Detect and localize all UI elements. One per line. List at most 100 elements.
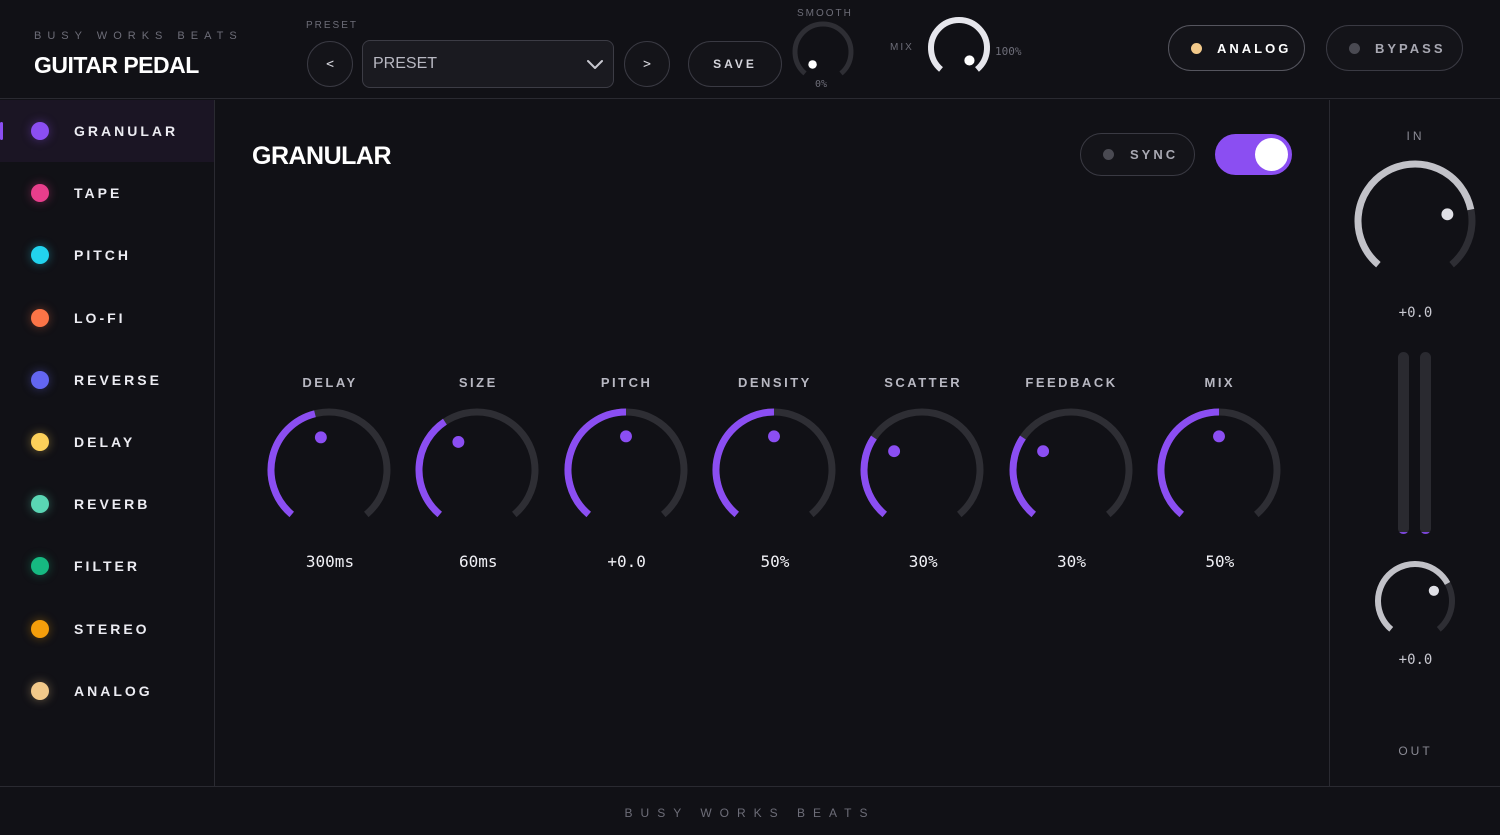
feedback-control: FEEDBACK 30% bbox=[1002, 375, 1142, 575]
bypass-label: BYPASS bbox=[1375, 40, 1446, 56]
delay-knob[interactable] bbox=[262, 403, 396, 537]
header-mix-knob[interactable] bbox=[925, 14, 993, 82]
knob-value-arc bbox=[415, 418, 448, 518]
sidebar-item-reverb[interactable]: REVERB bbox=[0, 473, 214, 535]
knob-value-arc bbox=[267, 410, 316, 518]
toggle-thumb bbox=[1255, 138, 1288, 171]
level-meter-left-fill bbox=[1398, 532, 1409, 534]
knob-indicator-dot bbox=[1036, 445, 1049, 458]
bypass-indicator-icon bbox=[1349, 42, 1360, 54]
chevron-down-icon bbox=[587, 60, 603, 69]
save-button[interactable]: SAVE bbox=[688, 41, 782, 87]
knob-indicator-dot bbox=[1441, 208, 1454, 221]
effect-color-dot-icon bbox=[31, 246, 49, 265]
output-gain-knob[interactable] bbox=[1371, 557, 1459, 645]
output-gain-value: +0.0 bbox=[1398, 652, 1433, 668]
effect-power-toggle[interactable] bbox=[1215, 134, 1292, 175]
effect-color-dot-icon bbox=[31, 619, 49, 638]
footer-brand: BUSY WORKS BEATS bbox=[624, 806, 876, 820]
effect-color-dot-icon bbox=[31, 370, 49, 389]
sidebar-item-stereo[interactable]: STEREO bbox=[0, 598, 214, 660]
knob-indicator-dot bbox=[314, 431, 327, 444]
sidebar-item-delay[interactable]: DELAY bbox=[0, 411, 214, 473]
preset-select-value: PRESET bbox=[373, 55, 438, 72]
density-value: 50% bbox=[760, 552, 790, 571]
knob-value-arc bbox=[1157, 408, 1219, 518]
smooth-value: 0% bbox=[815, 79, 828, 90]
next-preset-button[interactable]: > bbox=[624, 41, 670, 87]
delay-label: DELAY bbox=[302, 375, 358, 390]
knob-value-arc bbox=[1009, 435, 1036, 518]
effect-panel: GRANULAR SYNC DELAY 300ms SIZE 60ms PITCH +0.… bbox=[216, 100, 1328, 786]
sync-label: SYNC bbox=[1130, 147, 1179, 162]
smooth-knob[interactable] bbox=[789, 18, 857, 86]
preset-select[interactable]: PRESET bbox=[362, 40, 614, 88]
knob-indicator-dot bbox=[964, 55, 975, 66]
sidebar-item-lo-fi[interactable]: LO-FI bbox=[0, 287, 214, 349]
size-control: SIZE 60ms bbox=[408, 375, 548, 575]
analog-mode-button[interactable]: ANALOG bbox=[1168, 25, 1305, 71]
scatter-label: SCATTER bbox=[884, 375, 963, 390]
knob-indicator-dot bbox=[808, 60, 817, 69]
size-value: 60ms bbox=[459, 552, 498, 571]
size-knob[interactable] bbox=[410, 403, 544, 537]
feedback-knob[interactable] bbox=[1004, 403, 1138, 537]
knob-value-arc bbox=[1354, 160, 1475, 268]
pitch-knob[interactable] bbox=[559, 403, 693, 537]
knob-value-arc bbox=[712, 408, 774, 518]
bypass-button[interactable]: BYPASS bbox=[1326, 25, 1463, 71]
analog-mode-label: ANALOG bbox=[1217, 40, 1292, 56]
pitch-value: +0.0 bbox=[607, 552, 646, 571]
level-meter-right bbox=[1420, 352, 1431, 534]
knob-indicator-dot bbox=[619, 430, 632, 443]
knob-value-arc bbox=[928, 17, 990, 72]
analog-indicator-icon bbox=[1191, 42, 1202, 54]
knob-value-arc bbox=[564, 408, 626, 518]
effect-color-dot-icon bbox=[31, 495, 49, 514]
sidebar-item-label: DELAY bbox=[74, 434, 136, 450]
knob-track bbox=[1009, 408, 1132, 518]
feedback-value: 30% bbox=[1057, 552, 1086, 571]
knob-value-arc bbox=[1375, 561, 1451, 632]
sidebar-item-pitch[interactable]: PITCH bbox=[0, 224, 214, 286]
sidebar-item-label: REVERSE bbox=[74, 371, 162, 388]
density-knob[interactable] bbox=[707, 403, 841, 537]
scatter-value: 30% bbox=[908, 552, 938, 571]
sidebar-item-analog[interactable]: ANALOG bbox=[0, 660, 214, 722]
knob-track bbox=[860, 408, 984, 518]
sidebar-item-reverse[interactable]: REVERSE bbox=[0, 349, 214, 411]
section-title: GRANULAR bbox=[252, 142, 392, 170]
level-meter-left bbox=[1398, 352, 1409, 534]
mix-knob[interactable] bbox=[1152, 403, 1286, 537]
sidebar-item-label: STEREO bbox=[74, 620, 150, 637]
sync-indicator-icon bbox=[1103, 149, 1114, 160]
sidebar-item-label: FILTER bbox=[74, 558, 140, 575]
input-label: IN bbox=[1406, 129, 1425, 143]
knob-indicator-dot bbox=[888, 445, 901, 458]
sidebar-item-label: PITCH bbox=[74, 247, 131, 264]
scatter-knob[interactable] bbox=[855, 403, 989, 537]
input-gain-knob[interactable] bbox=[1349, 155, 1481, 287]
knob-indicator-dot bbox=[1428, 585, 1439, 596]
sidebar-item-filter[interactable]: FILTER bbox=[0, 535, 214, 597]
pitch-control: PITCH +0.0 bbox=[557, 375, 697, 575]
delay-value: 300ms bbox=[305, 552, 355, 571]
prev-preset-button[interactable]: < bbox=[307, 41, 353, 87]
knob-track bbox=[792, 21, 854, 76]
scatter-control: SCATTER 30% bbox=[853, 375, 993, 575]
knob-value-arc bbox=[860, 435, 888, 518]
sidebar-item-label: ANALOG bbox=[74, 682, 153, 699]
sidebar-item-granular[interactable]: GRANULAR bbox=[0, 100, 214, 162]
effect-color-dot-icon bbox=[31, 184, 49, 203]
sidebar-item-label: TAPE bbox=[74, 185, 123, 202]
knob-indicator-dot bbox=[1212, 430, 1225, 443]
sidebar-item-label: LO-FI bbox=[74, 309, 126, 326]
mix-value: 50% bbox=[1205, 552, 1235, 571]
density-label: DENSITY bbox=[737, 375, 812, 390]
header-mix-value: 100% bbox=[995, 45, 1022, 58]
output-label: OUT bbox=[1398, 744, 1433, 758]
sidebar-item-tape[interactable]: TAPE bbox=[0, 162, 214, 224]
delay-control: DELAY 300ms bbox=[260, 375, 400, 575]
sync-button[interactable]: SYNC bbox=[1080, 133, 1195, 176]
pitch-label: PITCH bbox=[600, 375, 653, 390]
